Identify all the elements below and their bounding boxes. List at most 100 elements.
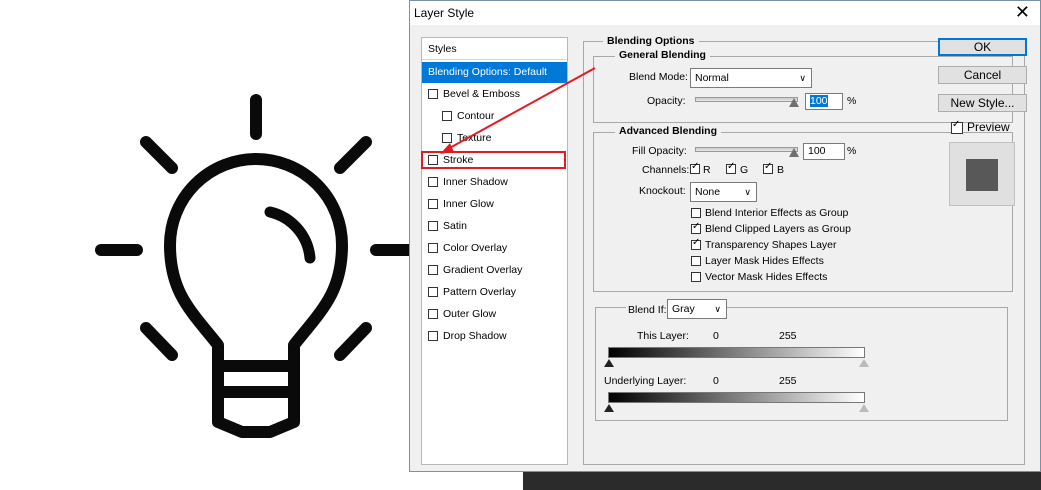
this-layer-max: 255 bbox=[779, 330, 797, 342]
fill-opacity-input[interactable]: 100 bbox=[803, 143, 845, 160]
preview-swatch bbox=[966, 159, 998, 191]
styles-item-label: Stroke bbox=[443, 154, 474, 166]
styles-item-contour[interactable]: Contour bbox=[422, 106, 567, 127]
preview-checkbox[interactable] bbox=[951, 119, 963, 134]
pattern-overlay-checkbox[interactable] bbox=[428, 287, 438, 297]
styles-item-label: Drop Shadow bbox=[443, 330, 507, 342]
lightbulb-icon bbox=[95, 94, 418, 438]
opacity-label: Opacity: bbox=[647, 95, 686, 107]
knockout-select[interactable]: None ∨ bbox=[690, 182, 757, 202]
styles-item-label: Texture bbox=[457, 132, 492, 144]
blend-if-value: Gray bbox=[672, 303, 695, 315]
blend-mode-value: Normal bbox=[695, 72, 729, 84]
inner-shadow-checkbox[interactable] bbox=[428, 177, 438, 187]
inner-glow-checkbox[interactable] bbox=[428, 199, 438, 209]
chevron-down-icon: ∨ bbox=[799, 73, 806, 83]
styles-item-label: Inner Shadow bbox=[443, 176, 508, 188]
styles-item-outer-glow[interactable]: Outer Glow bbox=[422, 304, 567, 325]
styles-item-texture[interactable]: Texture bbox=[422, 128, 567, 149]
blending-options-title: Blending Options bbox=[603, 35, 699, 47]
title-bar: Layer Style ✕ bbox=[410, 1, 1040, 25]
styles-header: Styles bbox=[422, 39, 567, 60]
transparency-shapes-label: Transparency Shapes Layer bbox=[705, 239, 837, 251]
styles-item-satin[interactable]: Satin bbox=[422, 216, 567, 237]
color-overlay-checkbox[interactable] bbox=[428, 243, 438, 253]
close-icon[interactable]: ✕ bbox=[1015, 2, 1030, 22]
general-blending-title: General Blending bbox=[615, 49, 710, 61]
opacity-input[interactable]: 100 bbox=[805, 93, 843, 110]
channel-r-label: R bbox=[703, 164, 711, 176]
styles-item-label: Bevel & Emboss bbox=[443, 88, 521, 100]
transparency-shapes-checkbox[interactable] bbox=[691, 237, 701, 250]
styles-item-stroke[interactable]: Stroke bbox=[422, 150, 567, 171]
blend-if-select[interactable]: Gray ∨ bbox=[667, 299, 727, 319]
fill-opacity-value: 100 bbox=[808, 145, 826, 157]
stroke-checkbox[interactable] bbox=[428, 155, 438, 165]
knockout-label: Knockout: bbox=[639, 185, 686, 197]
layer-mask-hides-label: Layer Mask Hides Effects bbox=[705, 255, 824, 267]
fill-opacity-slider-thumb[interactable] bbox=[789, 148, 799, 157]
channel-r-checkbox[interactable] bbox=[690, 161, 700, 174]
bevel-emboss-checkbox[interactable] bbox=[428, 89, 438, 99]
satin-checkbox[interactable] bbox=[428, 221, 438, 231]
underlying-layer-max: 255 bbox=[779, 375, 797, 387]
styles-item-inner-glow[interactable]: Inner Glow bbox=[422, 194, 567, 215]
channel-b-checkbox[interactable] bbox=[763, 161, 773, 174]
styles-item-bevel-emboss[interactable]: Bevel & Emboss bbox=[422, 84, 567, 105]
ok-button[interactable]: OK bbox=[938, 38, 1027, 56]
channel-g-label: G bbox=[740, 164, 749, 176]
outer-glow-checkbox[interactable] bbox=[428, 309, 438, 319]
fill-opacity-slider-track[interactable] bbox=[695, 147, 798, 152]
blend-if-label: Blend If: bbox=[626, 304, 669, 316]
styles-item-inner-shadow[interactable]: Inner Shadow bbox=[422, 172, 567, 193]
drop-shadow-checkbox[interactable] bbox=[428, 331, 438, 341]
opacity-slider-track[interactable] bbox=[695, 97, 798, 102]
background-dark-strip bbox=[523, 472, 1041, 490]
dialog-title: Layer Style bbox=[414, 6, 475, 20]
blend-clipped-layers-checkbox[interactable] bbox=[691, 221, 701, 234]
preview-thumbnail bbox=[949, 142, 1015, 206]
vector-mask-hides-checkbox[interactable] bbox=[691, 272, 701, 282]
preview-label: Preview bbox=[967, 120, 1010, 134]
this-layer-black-thumb[interactable] bbox=[604, 359, 614, 367]
channel-g-checkbox[interactable] bbox=[726, 161, 736, 174]
styles-item-label: Satin bbox=[443, 220, 467, 232]
underlying-layer-black-thumb[interactable] bbox=[604, 404, 614, 412]
styles-item-blending-options[interactable]: Blending Options: Default bbox=[422, 62, 567, 83]
opacity-slider-thumb[interactable] bbox=[789, 98, 799, 107]
styles-item-label: Outer Glow bbox=[443, 308, 497, 320]
underlying-layer-white-thumb[interactable] bbox=[859, 404, 869, 412]
styles-item-label: Color Overlay bbox=[443, 242, 508, 254]
new-style-button[interactable]: New Style... bbox=[938, 94, 1027, 112]
this-layer-white-thumb[interactable] bbox=[859, 359, 869, 367]
chevron-down-icon: ∨ bbox=[744, 187, 751, 197]
styles-item-pattern-overlay[interactable]: Pattern Overlay bbox=[422, 282, 567, 303]
styles-item-gradient-overlay[interactable]: Gradient Overlay bbox=[422, 260, 567, 281]
blend-interior-effects-checkbox[interactable] bbox=[691, 208, 701, 218]
underlying-layer-label: Underlying Layer: bbox=[604, 375, 687, 387]
blend-if-group bbox=[595, 307, 1008, 421]
opacity-unit: % bbox=[847, 95, 857, 107]
texture-checkbox[interactable] bbox=[442, 133, 452, 143]
layer-style-dialog: Layer Style ✕ Styles Blending Options: D… bbox=[409, 0, 1041, 472]
channel-b-label: B bbox=[777, 164, 785, 176]
blend-mode-select[interactable]: Normal ∨ bbox=[690, 68, 812, 88]
this-layer-min: 0 bbox=[713, 330, 719, 342]
contour-checkbox[interactable] bbox=[442, 111, 452, 121]
layer-mask-hides-checkbox[interactable] bbox=[691, 256, 701, 266]
opacity-value: 100 bbox=[810, 95, 828, 107]
styles-item-label: Inner Glow bbox=[443, 198, 494, 210]
advanced-blending-title: Advanced Blending bbox=[615, 125, 722, 137]
underlying-layer-min: 0 bbox=[713, 375, 719, 387]
styles-item-label: Contour bbox=[457, 110, 495, 122]
styles-item-color-overlay[interactable]: Color Overlay bbox=[422, 238, 567, 259]
underlying-layer-gradient bbox=[608, 392, 865, 403]
gradient-overlay-checkbox[interactable] bbox=[428, 265, 438, 275]
fill-opacity-label: Fill Opacity: bbox=[632, 145, 687, 157]
styles-item-drop-shadow[interactable]: Drop Shadow bbox=[422, 326, 567, 347]
blend-clipped-layers-label: Blend Clipped Layers as Group bbox=[705, 223, 851, 235]
cancel-button[interactable]: Cancel bbox=[938, 66, 1027, 84]
vector-mask-hides-label: Vector Mask Hides Effects bbox=[705, 271, 828, 283]
channels-label: Channels: bbox=[642, 164, 690, 176]
fill-opacity-unit: % bbox=[847, 145, 857, 157]
